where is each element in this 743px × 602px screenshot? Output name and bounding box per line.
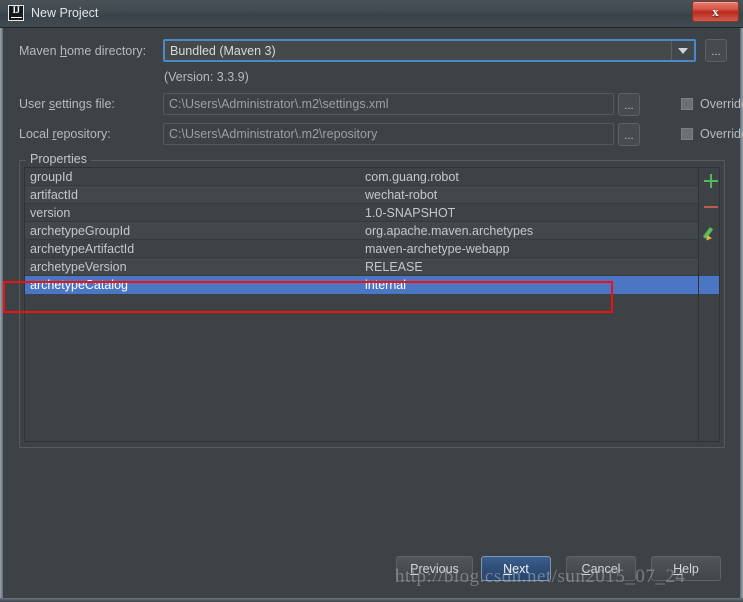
window-frame-bottom <box>0 598 743 602</box>
previous-button[interactable]: Previous <box>396 556 473 581</box>
cancel-button[interactable]: Cancel <box>566 556 636 581</box>
local-repository-override-checkbox[interactable]: Override <box>681 127 743 141</box>
local-repository-browse-button[interactable]: ... <box>618 123 640 146</box>
user-settings-override-checkbox[interactable]: Override <box>681 97 743 111</box>
table-row[interactable]: groupId com.guang.robot <box>25 168 698 186</box>
window-frame-left <box>0 28 3 602</box>
user-settings-label-row: User settings file: <box>19 93 115 115</box>
property-key: artifactId <box>30 187 78 202</box>
property-key: groupId <box>30 169 73 184</box>
selection-overhang <box>699 276 719 294</box>
user-settings-input[interactable]: C:\Users\Administrator\.m2\settings.xml <box>163 93 614 115</box>
checkbox-icon[interactable] <box>681 128 693 140</box>
property-value: RELEASE <box>365 259 423 274</box>
user-settings-label: User settings file: <box>19 97 115 111</box>
chevron-down-icon[interactable] <box>671 41 694 60</box>
add-icon[interactable] <box>704 174 718 188</box>
property-key: archetypeCatalog <box>30 277 128 292</box>
maven-home-label: Maven home directory: <box>19 44 147 58</box>
user-settings-browse-button[interactable]: ... <box>618 93 640 116</box>
local-repository-input[interactable]: C:\Users\Administrator\.m2\repository <box>163 123 614 145</box>
properties-panel: groupId com.guang.robot artifactId wechat-r… <box>24 167 720 442</box>
maven-home-value: Bundled (Maven 3) <box>170 43 276 58</box>
properties-table[interactable]: groupId com.guang.robot artifactId wechat-r… <box>25 168 699 441</box>
table-row[interactable]: archetypeVersion RELEASE <box>25 258 698 276</box>
maven-home-label-row: Maven home directory: <box>19 40 146 62</box>
close-icon: x <box>712 3 719 19</box>
property-key: archetypeArtifactId <box>30 241 135 256</box>
local-repository-override-label: Override <box>700 127 743 141</box>
property-value: com.guang.robot <box>365 169 459 184</box>
title-bar-left: IJ New Project <box>8 5 98 21</box>
checkbox-icon[interactable] <box>681 98 693 110</box>
maven-home-combobox[interactable]: Bundled (Maven 3) <box>163 39 696 62</box>
properties-group-title: Properties <box>26 152 91 166</box>
table-row[interactable]: version 1.0-SNAPSHOT <box>25 204 698 222</box>
edit-pencil-icon[interactable] <box>702 226 718 243</box>
user-settings-override-label: Override <box>700 97 743 111</box>
maven-version-note: (Version: 3.3.9) <box>164 70 249 84</box>
property-value: maven-archetype-webapp <box>365 241 510 256</box>
property-value: org.apache.maven.archetypes <box>365 223 534 238</box>
next-button[interactable]: Next <box>481 556 551 581</box>
table-row[interactable]: archetypeGroupId org.apache.maven.archety… <box>25 222 698 240</box>
properties-action-strip <box>700 168 719 441</box>
maven-home-browse-button[interactable]: ... <box>705 39 727 62</box>
local-repository-label-row: Local repository: <box>19 123 111 145</box>
property-value: wechat-robot <box>365 187 438 202</box>
window-title: New Project <box>31 6 99 20</box>
remove-icon[interactable] <box>704 200 718 214</box>
close-button[interactable]: x <box>692 1 739 22</box>
property-value: internal <box>365 277 406 292</box>
table-row[interactable]: archetypeCatalog internal <box>25 276 698 294</box>
intellij-idea-icon: IJ <box>8 5 24 21</box>
table-row[interactable]: archetypeArtifactId maven-archetype-webap… <box>25 240 698 258</box>
property-key: version <box>30 205 71 220</box>
help-button[interactable]: Help <box>651 556 721 581</box>
property-key: archetypeVersion <box>30 259 127 274</box>
title-bar: IJ New Project x <box>0 0 743 28</box>
table-row[interactable]: artifactId wechat-robot <box>25 186 698 204</box>
property-key: archetypeGroupId <box>30 223 131 238</box>
property-value: 1.0-SNAPSHOT <box>365 205 456 220</box>
local-repository-label: Local repository: <box>19 127 111 141</box>
new-project-dialog: IJ New Project x Maven home directory: B… <box>0 0 743 602</box>
